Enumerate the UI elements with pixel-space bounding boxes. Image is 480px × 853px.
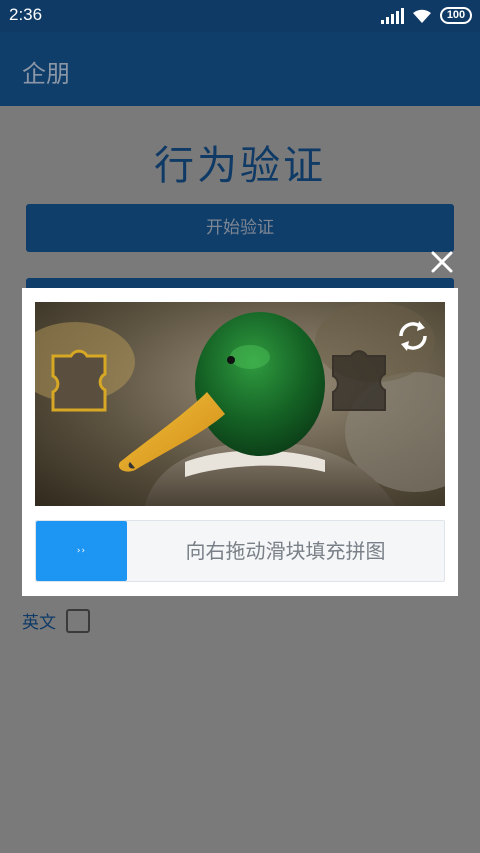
app-title: 企朋	[22, 60, 70, 88]
puzzle-slot	[332, 350, 386, 411]
status-bar: 2:36 100	[0, 0, 480, 32]
slider-track[interactable]: ›› 向右拖动滑块填充拼图	[35, 520, 445, 582]
captcha-dialog: ›› 向右拖动滑块填充拼图	[22, 288, 458, 596]
refresh-icon[interactable]	[393, 316, 433, 356]
slider-hint: 向右拖动滑块填充拼图	[185, 539, 386, 563]
status-time: 2:36	[9, 5, 43, 24]
language-option[interactable]: 英文	[22, 608, 90, 633]
english-checkbox[interactable]	[66, 608, 90, 633]
slider-handle[interactable]: ››	[36, 521, 127, 581]
status-icons: 100	[381, 7, 472, 24]
wifi-icon	[412, 8, 432, 24]
close-icon[interactable]	[428, 248, 456, 276]
start-verification-button[interactable]: 开始验证	[26, 204, 454, 252]
signal-icon	[381, 7, 404, 24]
app-bar: 企朋	[0, 32, 480, 106]
language-label: 英文	[22, 613, 56, 633]
puzzle-piece[interactable]	[49, 348, 111, 414]
page-title: 行为验证	[154, 143, 326, 189]
puzzle-image	[35, 302, 445, 506]
battery-icon: 100	[440, 7, 472, 24]
